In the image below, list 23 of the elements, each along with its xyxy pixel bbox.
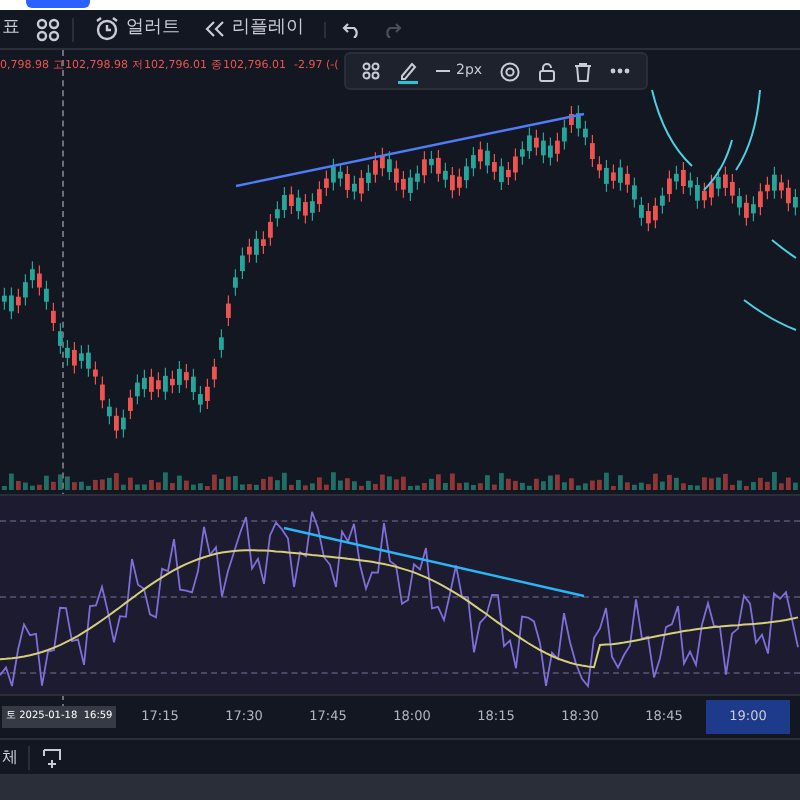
undo-icon[interactable]: [342, 21, 362, 37]
grid-icon[interactable]: [36, 17, 60, 41]
arc-line[interactable]: [651, 89, 693, 167]
trend-line[interactable]: [235, 112, 585, 188]
more-icon[interactable]: [610, 68, 631, 74]
rewind-icon: [204, 20, 226, 38]
highlighted-button[interactable]: [26, 0, 90, 8]
add-panel-icon[interactable]: [42, 747, 62, 767]
toolbar-label[interactable]: 표: [0, 15, 20, 43]
arc-line[interactable]: [735, 89, 761, 171]
settings-icon[interactable]: [500, 61, 521, 81]
grid-icon[interactable]: [362, 62, 380, 80]
arc-line[interactable]: [771, 239, 797, 259]
alert-button[interactable]: 얼러트: [90, 15, 184, 43]
trash-icon[interactable]: [574, 61, 593, 81]
arc-line[interactable]: [703, 139, 733, 191]
pencil-icon[interactable]: [398, 59, 418, 83]
unlock-icon[interactable]: [538, 61, 557, 81]
panel-tab[interactable]: 체: [0, 745, 30, 769]
trend-line[interactable]: [283, 526, 585, 598]
alarm-clock-icon: [94, 16, 120, 42]
arc-line[interactable]: [743, 299, 797, 331]
replay-button[interactable]: 리플레이: [200, 15, 308, 43]
